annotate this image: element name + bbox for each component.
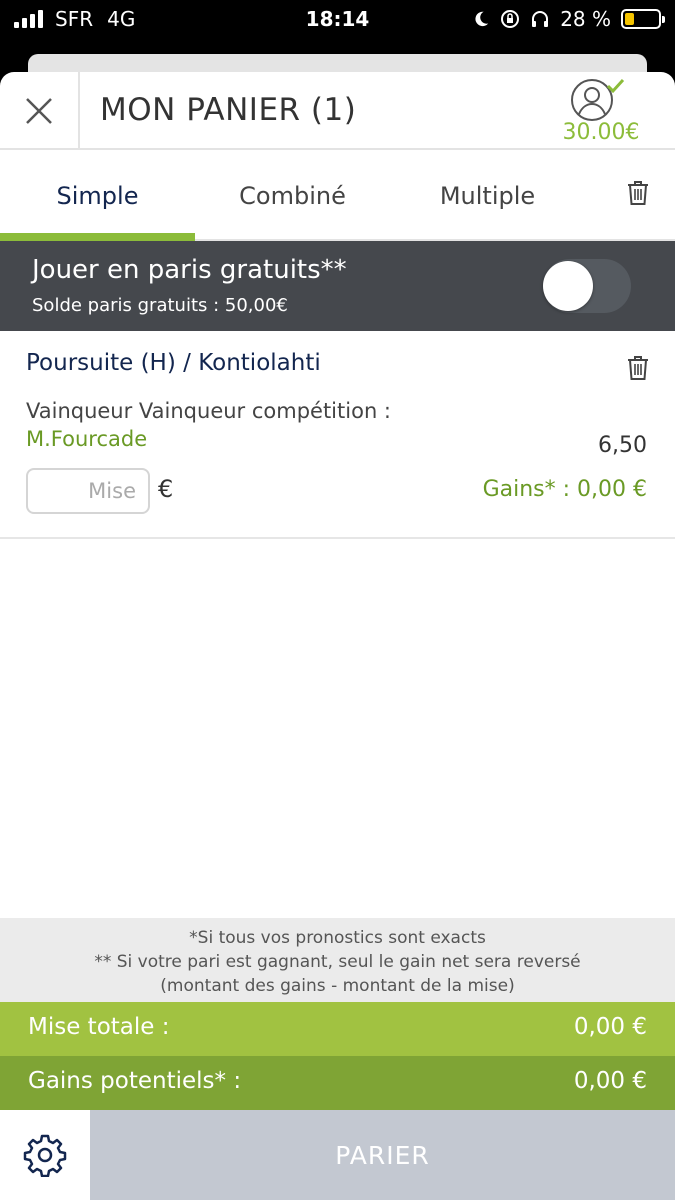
toggle-knob (543, 261, 593, 311)
tab-multiple[interactable]: Multiple (390, 150, 585, 241)
bet-market-label: Vainqueur Vainqueur compétition : (26, 399, 391, 423)
gear-icon (23, 1134, 67, 1177)
headphones-icon (532, 11, 549, 27)
tab-combine[interactable]: Combiné (195, 150, 390, 241)
cart-header: MON PANIER (1) 30.00€ (0, 72, 675, 150)
clear-cart-button[interactable] (627, 180, 649, 210)
stake-input[interactable] (26, 468, 150, 514)
total-stake-row: Mise totale : 0,00 € (0, 1002, 675, 1056)
trash-icon (628, 356, 648, 380)
bet-selection: M.Fourcade (26, 427, 148, 451)
bet-type-tabs: Simple Combiné Multiple (0, 150, 675, 241)
bet-market: Vainqueur Vainqueur compétition : M.Four… (26, 397, 406, 453)
freebet-bar: Jouer en paris gratuits** Solde paris gr… (0, 241, 675, 331)
total-stake-label: Mise totale : (28, 1014, 170, 1040)
remove-bet-button[interactable] (627, 355, 649, 385)
close-icon (26, 98, 52, 124)
page-title: MON PANIER (1) (100, 92, 357, 128)
potential-gains-label: Gains potentiels* : (28, 1068, 242, 1094)
user-check-icon (571, 78, 625, 121)
active-tab-indicator (0, 233, 195, 241)
trash-icon (628, 181, 648, 205)
currency-sign: € (158, 475, 174, 503)
note-line-2: ** Si votre pari est gagnant, seul le ga… (94, 952, 581, 972)
tab-simple[interactable]: Simple (0, 150, 195, 241)
cart-sheet: MON PANIER (1) 30.00€ Simple Combiné Mul… (0, 72, 675, 1200)
note-line-3: (montant des gains - montant de la mise) (160, 976, 515, 996)
rotation-lock-icon (501, 10, 520, 28)
battery-percent: 28 % (560, 7, 611, 31)
place-bet-button[interactable]: PARIER (90, 1110, 675, 1200)
account-button[interactable]: 30.00€ (555, 76, 647, 145)
status-right: 28 % (472, 7, 665, 31)
note-line-1: *Si tous vos pronostics sont exacts (189, 928, 486, 948)
potential-gains-row: Gains potentiels* : 0,00 € (0, 1056, 675, 1110)
total-stake-value: 0,00 € (573, 1014, 647, 1040)
potential-gains-value: 0,00 € (573, 1068, 647, 1094)
account-balance: 30.00€ (562, 120, 640, 145)
close-button[interactable] (0, 72, 80, 150)
status-bar: SFR 4G 18:14 28 % (0, 0, 675, 40)
moon-icon (475, 11, 489, 27)
battery-icon (621, 9, 665, 29)
settings-button[interactable] (0, 1110, 90, 1200)
bet-odds: 6,50 (598, 433, 647, 458)
footer-bar: PARIER (0, 1110, 675, 1200)
freebet-toggle[interactable] (543, 259, 631, 313)
freebet-title: Jouer en paris gratuits** (32, 255, 347, 285)
disclaimer-notes: *Si tous vos pronostics sont exacts ** S… (0, 918, 675, 1002)
freebet-balance: Solde paris gratuits : 50,00€ (32, 295, 288, 316)
bet-gains: Gains* : 0,00 € (482, 477, 647, 502)
bet-event: Poursuite (H) / Kontiolahti (26, 350, 321, 376)
bet-item: Poursuite (H) / Kontiolahti Vainqueur Va… (0, 331, 675, 539)
